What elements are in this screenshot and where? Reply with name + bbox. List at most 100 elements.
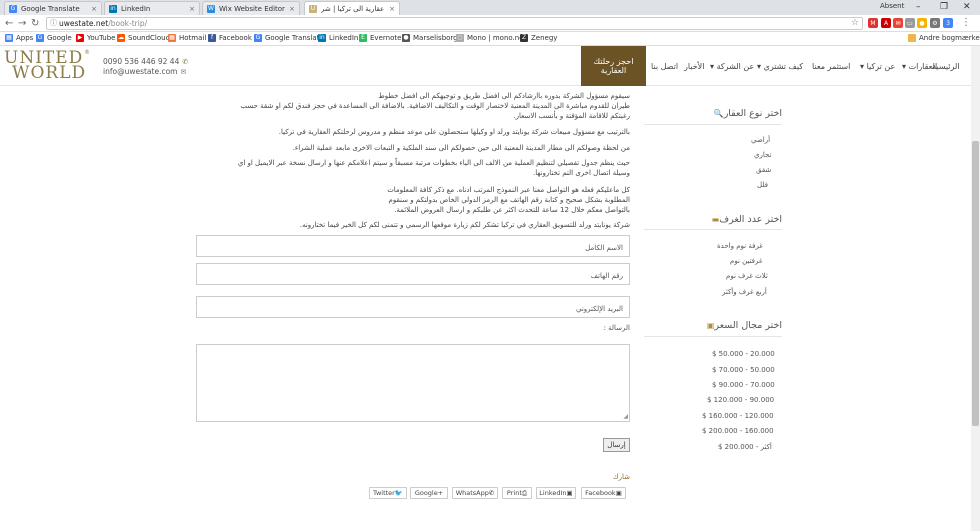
email-field[interactable]: البريد الإلكتروني xyxy=(196,296,630,318)
restore-icon[interactable]: ❐ xyxy=(940,2,948,12)
bookmark-linkedin[interactable]: in LinkedIn xyxy=(318,34,358,42)
rooms-item[interactable]: غرفتين نوم xyxy=(730,257,763,265)
scrollbar-thumb[interactable] xyxy=(972,141,979,426)
page-info-icon[interactable]: ⓘ xyxy=(50,18,57,29)
gmail-extension-icon[interactable]: M xyxy=(868,18,878,28)
bookmark-google-translate[interactable]: G Google Translate xyxy=(254,34,324,42)
linkedin-icon: in xyxy=(109,4,117,13)
youtube-icon: ▶ xyxy=(76,34,84,42)
settings-extension-icon[interactable]: ⚙ xyxy=(930,18,940,28)
facebook-icon: ▣ xyxy=(615,489,622,497)
googleplus-share-button[interactable]: Google+ xyxy=(410,487,448,499)
phone-number[interactable]: 0090 536 446 92 44 xyxy=(103,57,179,67)
price-item[interactable]: $ 200.000 - 160.000 xyxy=(702,427,774,435)
hotmail-icon: ▦ xyxy=(168,34,176,42)
price-item[interactable]: $ 70.000 - 50.000 xyxy=(712,366,775,374)
property-type-item[interactable]: تجاري xyxy=(754,151,771,159)
bookmark-other[interactable]: Andre bogmærker xyxy=(908,34,980,42)
profile-name[interactable]: Absent xyxy=(880,2,904,10)
bookmark-google[interactable]: G Google xyxy=(36,34,72,42)
close-icon[interactable]: × xyxy=(91,5,97,13)
bookmark-zenegy[interactable]: Z Zenegy xyxy=(520,34,557,42)
nav-invest[interactable]: استثمر معنا xyxy=(812,62,850,71)
print-share-button[interactable]: Print ⎙ xyxy=(502,487,532,499)
registered-icon: ® xyxy=(84,49,90,56)
bookmark-youtube[interactable]: ▶ YouTube xyxy=(76,34,115,42)
nav-about-turkey[interactable]: ▾ عن تركيا xyxy=(860,62,895,71)
cast-extension-icon[interactable]: ▭ xyxy=(905,18,915,28)
close-icon[interactable]: × xyxy=(189,5,195,13)
keep-extension-icon[interactable]: ● xyxy=(917,18,927,28)
wix-icon: W xyxy=(207,4,215,13)
url-input[interactable]: ⓘ uwestate.net/book-trip/ ☆ xyxy=(46,17,863,30)
nav-how-to-buy[interactable]: ▾ كيف تشتري xyxy=(757,62,803,71)
nav-about-company[interactable]: ▾ عن الشركة xyxy=(710,62,754,71)
email-address[interactable]: info@uwestate.com xyxy=(103,67,177,77)
bookmarks-bar: ▦ Apps G Google ▶ YouTube ☁ SoundCloud ▦ Hotm… xyxy=(0,32,980,46)
facebook-share-button[interactable]: Facebook ▣ xyxy=(581,487,626,499)
book-trip-button[interactable]: احجز رحلتك العقارية xyxy=(581,46,646,86)
tab-linkedin[interactable]: in LinkedIn × xyxy=(104,1,200,15)
price-item[interactable]: $ 200.000 - أكثر xyxy=(718,443,772,451)
close-icon[interactable]: × xyxy=(289,5,295,13)
google-translate-icon: G xyxy=(9,4,17,13)
paragraph: حيث ينظم جدول تفصيلي لتنظيم العملية من ا… xyxy=(237,159,630,167)
paragraph: المطلوبة بشكل صحيح و كتابة رقم الهاتف مع… xyxy=(388,196,631,204)
bookmark-apps[interactable]: ▦ Apps xyxy=(5,34,33,42)
message-textarea[interactable]: ◢ xyxy=(196,344,630,422)
bookmark-hotmail[interactable]: ▦ Hotmail xyxy=(168,34,206,42)
nav-contact[interactable]: اتصل بنا xyxy=(651,62,678,71)
phone-icon: ✆ xyxy=(182,58,189,66)
submit-button[interactable]: إرسال xyxy=(603,438,630,452)
linkedin-icon: ▣ xyxy=(566,489,573,497)
bookmark-facebook[interactable]: f Facebook xyxy=(208,34,252,42)
paragraph: بالترتيب مع مسؤول مبيعات شركة يونايتد ور… xyxy=(278,128,630,136)
bookmark-marselisborg[interactable]: ● Marselisborg xyxy=(402,34,458,42)
tab-wix-editor[interactable]: W Wix Website Editor × xyxy=(202,1,300,15)
envelope-icon: ✉ xyxy=(180,68,187,76)
mail-extension-icon[interactable]: ✉ xyxy=(893,18,903,28)
bookmark-mono[interactable]: ○ Mono | mono.net xyxy=(456,34,526,42)
forward-icon[interactable]: → xyxy=(18,18,26,29)
evernote-extension-icon[interactable]: 3 xyxy=(943,18,953,28)
bookmark-soundcloud[interactable]: ☁ SoundCloud xyxy=(117,34,170,42)
property-type-item[interactable]: فلل xyxy=(757,181,768,189)
tab-google-translate[interactable]: G Google Translate × xyxy=(4,1,102,15)
nav-home[interactable]: الرئيسية xyxy=(932,62,960,71)
property-type-item[interactable]: شقق xyxy=(756,166,771,174)
paragraph: بالتواصل معكم خلال 12 ساعة للتحدث اكثر ع… xyxy=(394,206,630,214)
minimize-icon[interactable]: – xyxy=(916,2,921,12)
nav-news[interactable]: الأخبار xyxy=(684,62,704,71)
resize-grip-icon[interactable]: ◢ xyxy=(623,413,628,420)
twitter-share-button[interactable]: Twitter 🐦 xyxy=(369,487,407,499)
close-icon[interactable]: × xyxy=(389,5,395,13)
page-scrollbar[interactable] xyxy=(971,46,980,531)
divider xyxy=(644,336,782,337)
tab-book-trip[interactable]: U رحلة عقارية الى تركيا | شر × xyxy=(304,1,400,15)
rooms-item[interactable]: ثلاث غرف نوم xyxy=(726,272,768,280)
back-icon[interactable]: ← xyxy=(5,18,13,29)
pdf-extension-icon[interactable]: A xyxy=(881,18,891,28)
linkedin-share-button[interactable]: LinkedIn ▣ xyxy=(536,487,576,499)
window-close-icon[interactable]: ✕ xyxy=(963,2,971,12)
soundcloud-icon: ☁ xyxy=(117,34,125,42)
site-logo[interactable]: UNITED WORLD ® xyxy=(4,49,98,83)
price-item[interactable]: $ 160.000 - 120.000 xyxy=(702,412,774,420)
price-item[interactable]: $ 120.000 - 90.000 xyxy=(707,396,774,404)
price-item[interactable]: $ 50.000 - 20.000 xyxy=(712,350,775,358)
divider xyxy=(644,229,782,230)
menu-icon[interactable]: ⋮ xyxy=(961,17,971,28)
whatsapp-share-button[interactable]: WhatsApp ✆ xyxy=(452,487,498,499)
price-item[interactable]: $ 90.000 - 70.000 xyxy=(712,381,775,389)
paragraph: كل ماعليكم فعله هو التواصل معنا عبر النم… xyxy=(387,186,630,194)
rooms-item[interactable]: أربع غرف وأكثر xyxy=(722,288,767,296)
bookmark-evernote[interactable]: E Evernote xyxy=(359,34,401,42)
full-name-field[interactable]: الاسم الكامل xyxy=(196,235,630,257)
search-icon: 🔍 xyxy=(713,109,724,118)
property-type-item[interactable]: أراضي xyxy=(751,136,770,144)
reload-icon[interactable]: ↻ xyxy=(31,18,39,29)
bookmark-star-icon[interactable]: ☆ xyxy=(851,18,859,29)
caret-icon: ▾ xyxy=(710,62,715,71)
phone-field[interactable]: رقم الهاتف xyxy=(196,263,630,285)
rooms-item[interactable]: غرفة نوم واحدة xyxy=(717,242,763,250)
